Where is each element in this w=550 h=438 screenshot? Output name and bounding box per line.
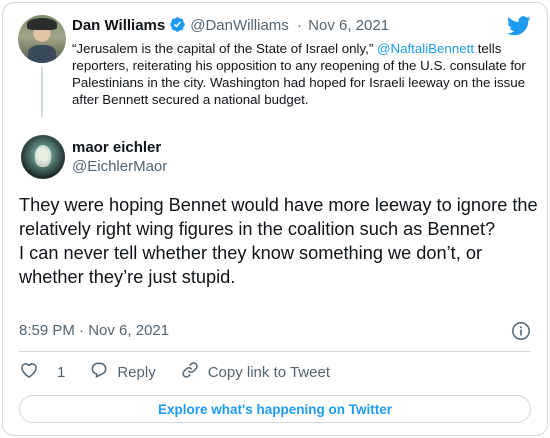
parent-separator: · — [296, 17, 302, 34]
thread-connector-line — [41, 67, 43, 117]
like-count: 1 — [57, 363, 66, 381]
reply-icon — [89, 360, 117, 384]
reply-button[interactable]: Reply — [89, 360, 156, 384]
twitter-bird-icon[interactable] — [507, 16, 531, 41]
tweet-timestamp[interactable]: 8:59 PM · Nov 6, 2021 — [19, 321, 169, 341]
tweet-actions: 1 Reply Copy link to Tweet — [19, 361, 354, 383]
parent-tweet-text: “Jerusalem is the capital of the State o… — [72, 40, 532, 108]
explore-button[interactable]: Explore what's happening on Twitter — [19, 395, 531, 423]
verified-badge-icon — [169, 16, 186, 39]
tweet-date: Nov 6, 2021 — [88, 322, 170, 339]
tweet-text-line2: I can never tell whether they know somet… — [19, 243, 483, 287]
parent-tweet-header: Dan Williams @DanWilliams · Nov 6, 2021 — [72, 16, 389, 39]
tweet-author-avatar[interactable] — [21, 135, 65, 179]
tweet-text: They were hoping Bennet would have more … — [19, 193, 539, 289]
mention-link[interactable]: @NaftaliBennett — [377, 41, 474, 56]
tweet-author-handle[interactable]: @EichlerMaor — [72, 157, 167, 177]
link-icon — [180, 360, 208, 384]
copy-link-button[interactable]: Copy link to Tweet — [180, 360, 330, 384]
copy-link-label: Copy link to Tweet — [207, 363, 330, 381]
parent-text-before: “Jerusalem is the capital of the State o… — [72, 41, 377, 56]
parent-author-handle[interactable]: @DanWilliams — [190, 17, 289, 34]
action-divider — [19, 351, 531, 352]
reply-label: Reply — [117, 363, 156, 381]
tweet-text-line1: They were hoping Bennet would have more … — [19, 195, 538, 239]
parent-tweet[interactable]: Dan Williams @DanWilliams · Nov 6, 2021 “… — [3, 3, 547, 127]
parent-author-avatar[interactable] — [18, 15, 66, 63]
info-icon[interactable] — [511, 321, 531, 346]
parent-author-name[interactable]: Dan Williams — [72, 17, 165, 34]
heart-icon — [19, 360, 47, 384]
tweet-author-name[interactable]: maor eichler — [72, 138, 161, 158]
tweet-time: 8:59 PM — [19, 322, 75, 339]
parent-tweet-date[interactable]: Nov 6, 2021 — [308, 17, 389, 34]
tweet-separator: · — [79, 322, 85, 339]
tweet-embed-card: Dan Williams @DanWilliams · Nov 6, 2021 “… — [2, 2, 548, 436]
like-button[interactable]: 1 — [19, 360, 65, 384]
